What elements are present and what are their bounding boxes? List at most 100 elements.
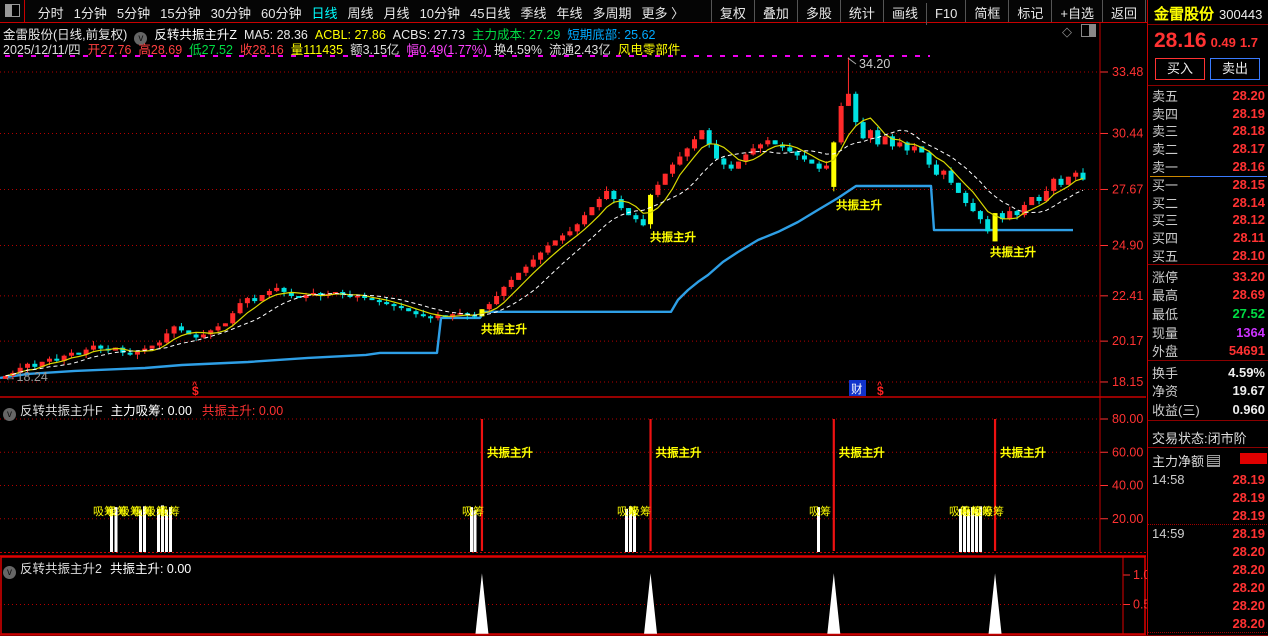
svg-text:吸筹: 吸筹 bbox=[629, 504, 651, 518]
quote-row[interactable]: 收益(三) 0.960 bbox=[1148, 400, 1268, 419]
svg-text:34.20: 34.20 bbox=[859, 57, 890, 71]
svg-text:40.00: 40.00 bbox=[1112, 479, 1143, 493]
stock-name: 金雷股份 bbox=[1154, 6, 1215, 23]
svg-text:共振主升: 共振主升 bbox=[650, 230, 696, 244]
stats-block-b: 换手 4.59% 净资 19.67 收益(三) 0.960 bbox=[1148, 363, 1268, 419]
pane3-header: v 反转共振主升2 共振主升: 0.00 bbox=[3, 558, 201, 579]
quote-row[interactable]: 买二 28.14 bbox=[1148, 194, 1268, 212]
quote-value: 28.15 bbox=[1232, 177, 1265, 193]
quote-row[interactable]: 最高 28.69 bbox=[1148, 286, 1268, 305]
svg-text:20.00: 20.00 bbox=[1112, 512, 1143, 526]
svg-text:80.00: 80.00 bbox=[1112, 412, 1143, 426]
sell-button[interactable]: 卖出 bbox=[1210, 58, 1260, 80]
quote-value: 28.11 bbox=[1233, 230, 1265, 246]
quote-row[interactable]: 买一 28.15 bbox=[1148, 176, 1268, 194]
quote-label: 收益(三) bbox=[1152, 402, 1200, 418]
quote-value: 28.19 bbox=[1232, 507, 1265, 523]
quote-row[interactable]: 28.20 bbox=[1148, 578, 1268, 596]
price-pct: 1.7 bbox=[1239, 35, 1258, 50]
collapse-icon[interactable]: v bbox=[3, 566, 16, 579]
quote-label: 净资 bbox=[1152, 384, 1179, 400]
quote-label: 买四 bbox=[1152, 231, 1179, 247]
stats-block-a: 涨停 33.20 最高 28.69 最低 27.52 现量 1364 外盘 54691 bbox=[1148, 267, 1268, 360]
quote-label: 卖一 bbox=[1152, 159, 1179, 175]
svg-text:共振主升: 共振主升 bbox=[487, 445, 533, 459]
quote-label: 卖二 bbox=[1152, 142, 1179, 158]
quote-label: 卖五 bbox=[1152, 89, 1179, 105]
svg-text:27.67: 27.67 bbox=[1112, 182, 1143, 196]
quote-row[interactable]: 14:59 28.19 bbox=[1148, 524, 1268, 542]
quote-value: 28.20 bbox=[1232, 88, 1265, 104]
quote-label: 14:58 bbox=[1152, 471, 1185, 487]
svg-text:共振主升: 共振主升 bbox=[836, 198, 882, 212]
svg-text:60.00: 60.00 bbox=[1112, 445, 1143, 459]
quote-value: 28.20 bbox=[1232, 615, 1265, 631]
layout-icon[interactable] bbox=[1081, 24, 1096, 37]
quote-row[interactable]: 14:58 28.19 bbox=[1148, 470, 1268, 488]
quote-row[interactable]: 卖五 28.20 bbox=[1148, 87, 1268, 105]
svg-text:30.44: 30.44 bbox=[1112, 126, 1143, 140]
quote-value: 27.52 bbox=[1232, 305, 1265, 321]
order-book-sell: 卖五 28.20 卖四 28.19 卖三 28.18 卖二 28.17 卖一 28.16 bbox=[1148, 87, 1268, 175]
trade-buttons: 买入 卖出 bbox=[1148, 58, 1268, 80]
quote-value: 28.12 bbox=[1232, 212, 1265, 228]
quote-label: 换手 bbox=[1152, 365, 1179, 381]
svg-text:共振主升: 共振主升 bbox=[656, 445, 702, 459]
quote-label: 最高 bbox=[1152, 288, 1179, 304]
collapse-icon[interactable]: v bbox=[3, 408, 16, 421]
quote-row[interactable]: 卖三 28.18 bbox=[1148, 122, 1268, 140]
quote-value: 28.18 bbox=[1232, 123, 1265, 139]
svg-text:吸筹: 吸筹 bbox=[982, 504, 1004, 518]
quote-row[interactable]: 28.20 bbox=[1148, 560, 1268, 578]
svg-text:^: ^ bbox=[877, 380, 883, 390]
quote-value: 28.20 bbox=[1232, 543, 1265, 559]
quote-label: 卖三 bbox=[1152, 124, 1179, 140]
quote-row[interactable]: 外盘 54691 bbox=[1148, 341, 1268, 360]
app-window: 分时 1分钟 5分钟 15分钟 30分钟 60分钟 日线 周线 月线 10分钟 45日线 季线 年线 多周… bbox=[0, 0, 1268, 636]
quote-value: 28.19 bbox=[1232, 105, 1265, 121]
svg-text:共振主升: 共振主升 bbox=[481, 322, 527, 336]
quote-row[interactable]: 换手 4.59% bbox=[1148, 363, 1268, 382]
quote-row[interactable]: 买四 28.11 bbox=[1148, 229, 1268, 247]
svg-text:33.48: 33.48 bbox=[1112, 65, 1143, 79]
quote-row[interactable]: 涨停 33.20 bbox=[1148, 267, 1268, 286]
svg-text:18.15: 18.15 bbox=[1112, 375, 1143, 389]
indicator-value: 主力吸筹: 0.00 bbox=[110, 404, 192, 418]
quote-row[interactable]: 28.20 bbox=[1148, 614, 1268, 632]
price-row: 28.16 0.49 1.7 bbox=[1148, 29, 1268, 53]
stock-title: 金雷股份 300443 bbox=[1148, 3, 1268, 24]
buy-button[interactable]: 买入 bbox=[1155, 58, 1205, 80]
quote-label: 买三 bbox=[1152, 213, 1179, 229]
quote-row[interactable]: 卖一 28.16 bbox=[1148, 157, 1268, 175]
quote-label: 买五 bbox=[1152, 248, 1179, 264]
quote-row[interactable]: 卖二 28.17 bbox=[1148, 140, 1268, 158]
quote-value: 28.10 bbox=[1232, 247, 1265, 263]
pane-control-icons[interactable]: ◇ bbox=[1062, 24, 1096, 40]
quote-value: 4.59% bbox=[1228, 364, 1265, 380]
price-change: 0.49 bbox=[1210, 35, 1236, 50]
quote-value: 28.19 bbox=[1232, 471, 1265, 487]
quote-row[interactable]: 现量 1364 bbox=[1148, 323, 1268, 342]
quote-row[interactable]: 28.19 bbox=[1148, 506, 1268, 524]
quote-row[interactable]: 买五 28.10 bbox=[1148, 246, 1268, 264]
quote-row[interactable]: 卖四 28.19 bbox=[1148, 105, 1268, 123]
svg-text:^: ^ bbox=[192, 380, 198, 390]
indicator-value: 共振主升: 0.00 bbox=[201, 404, 284, 418]
quote-row[interactable]: 净资 19.67 bbox=[1148, 382, 1268, 401]
quote-row[interactable]: 28.19 bbox=[1148, 488, 1268, 506]
quote-value: 0.960 bbox=[1232, 401, 1265, 417]
quote-label: 外盘 bbox=[1152, 344, 1179, 360]
tick-list[interactable]: 14:58 28.19 28.19 28.19 14:59 28.19 28.20 28.20… bbox=[1148, 470, 1268, 632]
quote-row[interactable]: 28.20 bbox=[1148, 542, 1268, 560]
svg-text:1.00: 1.00 bbox=[1133, 568, 1147, 582]
quote-row[interactable]: 最低 27.52 bbox=[1148, 304, 1268, 323]
svg-text:吸筹: 吸筹 bbox=[158, 504, 180, 518]
quote-row[interactable]: 买三 28.12 bbox=[1148, 211, 1268, 229]
quote-value: 28.19 bbox=[1232, 525, 1265, 541]
quote-row[interactable]: 28.20 bbox=[1148, 596, 1268, 614]
quote-value: 28.20 bbox=[1232, 597, 1265, 613]
chart-canvas[interactable]: 33.4830.4427.6724.9022.4120.1718.15共振主升共… bbox=[0, 0, 1147, 636]
svg-text:24.90: 24.90 bbox=[1112, 238, 1143, 252]
svg-text:←18.24: ←18.24 bbox=[4, 370, 48, 384]
quote-value: 28.20 bbox=[1232, 561, 1265, 577]
